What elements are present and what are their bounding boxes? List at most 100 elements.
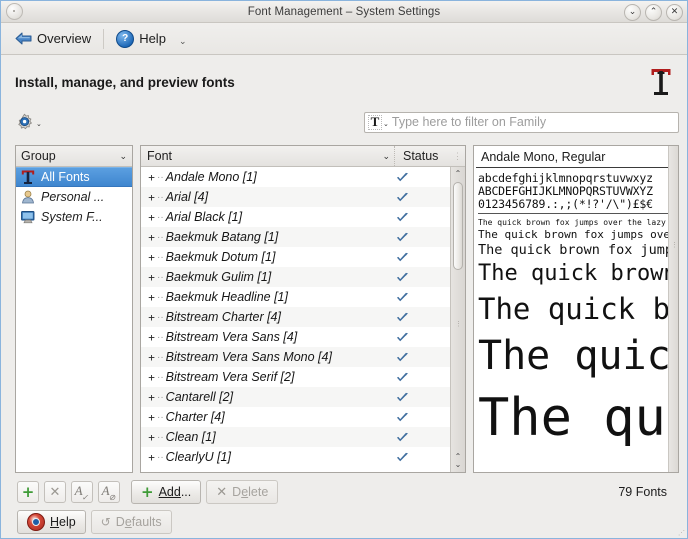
main-toolbar: Overview ? Help ⌄ (1, 23, 687, 55)
system-fonts-icon (20, 209, 36, 225)
font-status-cell (380, 352, 450, 363)
table-row[interactable]: + ·· Andale Mono [1] (141, 167, 450, 187)
table-row[interactable]: + ·· Bitstream Vera Sans Mono [4] (141, 347, 450, 367)
font-name-cell[interactable]: + ·· Bitstream Vera Sans Mono [4] (141, 347, 380, 367)
font-name-cell[interactable]: + ·· Arial [4] (141, 187, 380, 207)
help-button[interactable]: Help (17, 510, 86, 534)
scroll-up-button[interactable]: ⌃ (451, 167, 465, 180)
font-list-scrollbar[interactable]: ⌃ ⋮ ⌃ ⌄ (450, 167, 465, 472)
table-row[interactable]: + ·· Charter [4] (141, 407, 450, 427)
tree-line: ·· (157, 291, 164, 303)
filter-input[interactable]: T ⌄ Type here to filter on Family (364, 111, 679, 133)
expand-icon[interactable]: + (147, 211, 156, 224)
table-row[interactable]: + ·· Baekmuk Headline [1] (141, 287, 450, 307)
resize-grip[interactable]: ⋰ (678, 530, 685, 537)
expand-icon[interactable]: + (147, 311, 156, 324)
expand-icon[interactable]: + (147, 171, 156, 184)
preview-body[interactable]: abcdefghijklmnopqrstuvwxyz ABCDEFGHIJKLM… (474, 168, 678, 472)
column-resize-grip[interactable]: ⋮ (453, 151, 462, 162)
font-name-cell[interactable]: + ·· Bitstream Vera Sans [4] (141, 327, 380, 347)
font-name-cell[interactable]: + ·· Charter [4] (141, 407, 380, 427)
filter-type-caret-icon[interactable]: ⌄ (383, 120, 389, 128)
expand-icon[interactable]: + (147, 391, 156, 404)
expand-icon[interactable]: + (147, 291, 156, 304)
status-column-header[interactable]: Status ⋮ (395, 146, 465, 166)
group-column-header[interactable]: Group ⌄ (16, 146, 132, 167)
font-management-window: Font Management – System Settings ⌄ ⌃ ✕ … (0, 0, 688, 539)
remove-group-button[interactable]: ✕ (44, 481, 66, 503)
table-row[interactable]: + ·· Clean [1] (141, 427, 450, 447)
add-button[interactable]: + Add... (131, 480, 202, 504)
filter-placeholder: Type here to filter on Family (391, 115, 547, 129)
delete-button[interactable]: ✕ Delete (206, 480, 279, 504)
font-name-cell[interactable]: + ·· Bitstream Vera Serif [2] (141, 367, 380, 387)
expand-icon[interactable]: + (147, 451, 156, 464)
expand-icon[interactable]: + (147, 411, 156, 424)
plus-icon: + (21, 482, 35, 501)
back-arrow-icon (15, 31, 32, 46)
group-item-label: All Fonts (41, 170, 90, 184)
table-row[interactable]: + ·· Baekmuk Dotum [1] (141, 247, 450, 267)
defaults-button[interactable]: ↺ Defaults (90, 510, 172, 534)
expand-icon[interactable]: + (147, 271, 156, 284)
font-name-label: Bitstream Vera Sans [4] (165, 330, 298, 344)
scroll-thumb[interactable] (453, 182, 463, 270)
page-header: Install, manage, and preview fonts (9, 55, 679, 97)
filter-type-icon[interactable]: T (368, 114, 382, 130)
font-name-cell[interactable]: + ·· Clean [1] (141, 427, 380, 447)
window-menu-button[interactable] (6, 3, 23, 20)
table-row[interactable]: + ·· Bitstream Charter [4] (141, 307, 450, 327)
expand-icon[interactable]: + (147, 351, 156, 364)
disable-fonts-button[interactable]: A⊘ (98, 481, 120, 503)
font-name-cell[interactable]: + ·· Baekmuk Dotum [1] (141, 247, 380, 267)
table-row[interactable]: + ·· Baekmuk Batang [1] (141, 227, 450, 247)
close-button[interactable]: ✕ (666, 4, 683, 21)
defaults-button-label: Defaults (115, 515, 162, 529)
table-row[interactable]: + ·· Cantarell [2] (141, 387, 450, 407)
font-name-cell[interactable]: + ·· ClearlyU [1] (141, 447, 380, 467)
table-row[interactable]: + ·· Arial [4] (141, 187, 450, 207)
expand-icon[interactable]: + (147, 191, 156, 204)
tree-line: ·· (157, 411, 164, 423)
expand-icon[interactable]: + (147, 231, 156, 244)
group-item-all-fonts[interactable]: All Fonts (16, 167, 132, 187)
window-title: Font Management – System Settings (247, 5, 441, 18)
table-row[interactable]: + ·· Arial Black [1] (141, 207, 450, 227)
expand-icon[interactable]: + (147, 331, 156, 344)
add-group-button[interactable]: + (17, 481, 39, 503)
expand-icon[interactable]: + (147, 431, 156, 444)
font-name-label: Bitstream Vera Sans Mono [4] (165, 350, 332, 364)
font-name-cell[interactable]: + ·· Bitstream Charter [4] (141, 307, 380, 327)
font-name-label: Arial [4] (165, 190, 209, 204)
table-row[interactable]: + ·· Bitstream Vera Sans [4] (141, 327, 450, 347)
font-name-cell[interactable]: + ·· Cantarell [2] (141, 387, 380, 407)
font-name-cell[interactable]: + ·· Arial Black [1] (141, 207, 380, 227)
group-item-personal[interactable]: Personal ... (16, 187, 132, 207)
font-name-cell[interactable]: + ·· Baekmuk Headline [1] (141, 287, 380, 307)
preview-scrollbar[interactable]: ⋮ (668, 146, 678, 472)
enable-fonts-button[interactable]: A✓ (71, 481, 93, 503)
font-name-label: Bitstream Vera Serif [2] (165, 370, 295, 384)
check-icon (397, 432, 408, 441)
shade-button[interactable]: ⌄ (624, 4, 641, 21)
toolbar-overflow-icon[interactable]: ⌄ (179, 36, 187, 47)
font-name-cell[interactable]: + ·· Andale Mono [1] (141, 167, 380, 187)
table-row[interactable]: + ·· Baekmuk Gulim [1] (141, 267, 450, 287)
scroll-track[interactable]: ⋮ (451, 180, 465, 450)
maximize-button[interactable]: ⌃ (645, 4, 662, 21)
expand-icon[interactable]: + (147, 251, 156, 264)
group-item-system-fonts[interactable]: System F... (16, 207, 132, 227)
font-name-cell[interactable]: + ·· Baekmuk Gulim [1] (141, 267, 380, 287)
group-sort-caret-icon: ⌄ (119, 150, 127, 161)
table-row[interactable]: + ·· ClearlyU [1] (141, 447, 450, 467)
font-status-cell (380, 332, 450, 343)
scroll-step-buttons[interactable]: ⌃ ⌄ (451, 450, 465, 472)
font-column-header[interactable]: Font ⌄ (141, 146, 395, 166)
scroll-down-small-button[interactable]: ⌄ (455, 461, 462, 469)
tools-menu-button[interactable]: ⌄ (15, 109, 45, 135)
expand-icon[interactable]: + (147, 371, 156, 384)
table-row[interactable]: + ·· Bitstream Vera Serif [2] (141, 367, 450, 387)
font-name-cell[interactable]: + ·· Baekmuk Batang [1] (141, 227, 380, 247)
overview-button[interactable]: Overview (9, 29, 97, 48)
help-toolbar-button[interactable]: ? Help (110, 28, 172, 50)
